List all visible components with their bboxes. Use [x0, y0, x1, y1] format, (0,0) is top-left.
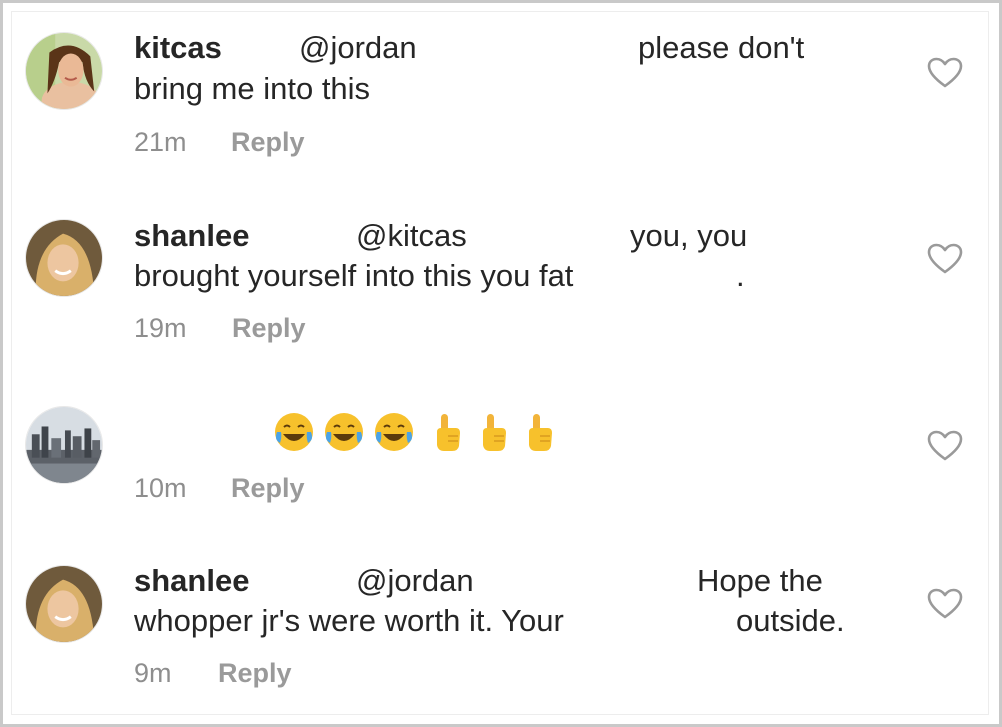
avatar[interactable] [25, 565, 103, 643]
comment-text: you, you [630, 218, 748, 253]
comment-text: whopper jr's were worth it. Your [134, 603, 564, 638]
avatar[interactable] [25, 32, 103, 110]
avatar[interactable] [25, 219, 103, 297]
backhand-index-pointing-up-icon [483, 414, 506, 451]
comment-text: brought yourself into this you fat [134, 258, 574, 293]
profile-photo-icon [26, 220, 102, 296]
comment-username[interactable]: shanlee [134, 563, 249, 599]
city-skyline-photo-icon [26, 407, 102, 483]
profile-photo-icon [26, 566, 102, 642]
reply-button[interactable]: Reply [231, 126, 305, 158]
comment-text: . [736, 258, 745, 293]
comment-timestamp: 19m [134, 313, 187, 343]
backhand-index-pointing-up-icon [437, 414, 460, 451]
reply-button[interactable]: Reply [231, 472, 305, 504]
like-button[interactable] [927, 243, 963, 275]
comment-username[interactable]: shanlee [134, 218, 249, 254]
like-button[interactable] [927, 588, 963, 620]
face-with-tears-of-joy-icon [375, 413, 413, 451]
profile-photo-icon [26, 33, 102, 109]
comment-mention[interactable]: @kitcas [356, 218, 467, 254]
reply-button[interactable]: Reply [218, 657, 292, 689]
comment-mention[interactable]: @jordan [299, 30, 417, 66]
heart-icon [927, 57, 963, 88]
heart-icon [927, 588, 963, 619]
heart-icon [927, 430, 963, 461]
face-with-tears-of-joy-icon [275, 413, 313, 451]
comment-timestamp: 9m [134, 658, 172, 688]
like-button[interactable] [927, 57, 963, 89]
backhand-index-pointing-up-icon [529, 414, 552, 451]
comment-timestamp: 21m [134, 127, 187, 157]
comment-text: please don't [638, 30, 805, 65]
comment-username[interactable]: kitcas [134, 30, 222, 66]
comment-text: bring me into this [134, 71, 371, 106]
heart-icon [927, 243, 963, 274]
reply-button[interactable]: Reply [232, 312, 306, 344]
comment-text: outside. [736, 603, 845, 638]
face-with-tears-of-joy-icon [325, 413, 363, 451]
comment-text: Hope the [697, 563, 823, 598]
comment-mention[interactable]: @jordan [356, 563, 474, 599]
avatar[interactable] [25, 406, 103, 484]
emoji-comment-text [272, 408, 554, 456]
like-button[interactable] [927, 430, 963, 462]
comment-timestamp: 10m [134, 473, 187, 503]
